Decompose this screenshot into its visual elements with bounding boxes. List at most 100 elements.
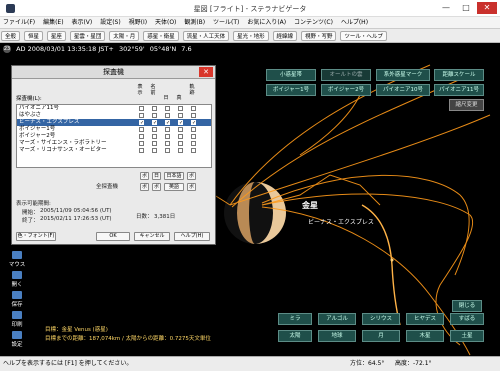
row-checkbox[interactable] <box>178 127 183 132</box>
toolbar-constellations[interactable]: 星座 <box>46 31 66 41</box>
spacecraft-list[interactable]: パイオニア11号 はやぶさ ビーナス・エクスプレス ✓ ✓ ✓ ✓ ✓ ボイジャー1号 ボイジャー… <box>16 104 212 168</box>
row-checkbox[interactable] <box>152 113 157 118</box>
row-checkbox[interactable] <box>165 148 170 153</box>
spacecraft-row[interactable]: ビーナス・エクスプレス ✓ ✓ ✓ ✓ ✓ <box>17 119 211 126</box>
jump-pleiades[interactable]: すばる <box>450 313 484 325</box>
row-checkbox[interactable] <box>178 148 183 153</box>
menu-observe[interactable]: 観測(B) <box>181 17 208 29</box>
spacecraft-row[interactable]: はやぶさ <box>17 112 211 119</box>
side-open[interactable]: 開く <box>4 271 30 288</box>
toolbar-nebulae[interactable]: 星雲・星団 <box>69 31 106 41</box>
menu-settings[interactable]: 設定(S) <box>97 17 124 29</box>
toggle-oort-cloud[interactable]: オールトの雲 <box>321 69 371 81</box>
toggle-distance-scale[interactable]: 距離スケール <box>434 69 484 81</box>
all-btn-1[interactable]: ボ <box>140 172 149 180</box>
menu-edit[interactable]: 編集(E) <box>40 17 66 29</box>
side-print[interactable]: 印刷 <box>4 311 30 328</box>
toolbar-tools-help[interactable]: ツール・ヘルプ <box>340 31 387 41</box>
row-checkbox[interactable] <box>191 134 196 139</box>
side-save[interactable]: 保存 <box>4 291 30 308</box>
row-checkbox[interactable] <box>191 113 196 118</box>
menu-favorites[interactable]: お気に入り(A) <box>244 17 289 29</box>
all-btn-5[interactable]: ボ <box>140 183 149 191</box>
spacecraft-row[interactable]: マーズ・リコナサンス・オービター <box>17 147 211 154</box>
jump-sun[interactable]: 太陽 <box>278 330 312 342</box>
row-checkbox[interactable]: ✓ <box>139 120 144 126</box>
jump-jupiter[interactable]: 木星 <box>406 330 444 342</box>
menu-fov[interactable]: 視野(I) <box>126 17 150 29</box>
row-checkbox[interactable] <box>178 134 183 139</box>
dialog-close-button[interactable]: ✕ <box>199 67 213 77</box>
row-checkbox[interactable] <box>139 148 144 153</box>
menu-file[interactable]: ファイル(F) <box>0 17 38 29</box>
row-checkbox[interactable] <box>165 127 170 132</box>
jump-hyades[interactable]: ヒヤデス <box>406 313 444 325</box>
row-checkbox[interactable] <box>152 106 157 111</box>
row-checkbox[interactable] <box>178 141 183 146</box>
minimize-button[interactable]: — <box>436 2 456 14</box>
toggle-asteroid-belt[interactable]: 小惑星帯 <box>266 69 316 81</box>
row-checkbox[interactable] <box>139 127 144 132</box>
toggle-exoplanet-mark[interactable]: 系外惑星マーク <box>376 69 430 81</box>
row-checkbox[interactable] <box>191 106 196 111</box>
jump-mira[interactable]: ミラ <box>278 313 312 325</box>
all-btn-4[interactable]: ボ <box>187 172 196 180</box>
row-checkbox[interactable] <box>139 106 144 111</box>
row-checkbox[interactable]: ✓ <box>152 120 157 126</box>
ok-button[interactable]: OK <box>96 232 130 241</box>
menu-object[interactable]: 天体(O) <box>152 17 179 29</box>
row-checkbox[interactable] <box>191 141 196 146</box>
row-checkbox[interactable] <box>178 113 183 118</box>
jump-algol[interactable]: アルゴル <box>318 313 356 325</box>
all-btn-japanese[interactable]: 日本語 <box>164 172 184 180</box>
toolbar-light-terrain[interactable]: 星光・地形 <box>233 31 269 41</box>
menu-view[interactable]: 表示(V) <box>68 17 95 29</box>
row-checkbox[interactable]: ✓ <box>165 120 170 126</box>
toggle-voyager-2[interactable]: ボイジャー2号 <box>321 84 371 96</box>
spacecraft-row[interactable]: マーズ・サイエンス・ラボラトリー <box>17 140 211 147</box>
row-checkbox[interactable] <box>191 127 196 132</box>
toolbar-stars[interactable]: 恒星 <box>23 31 43 41</box>
row-checkbox[interactable] <box>165 113 170 118</box>
row-checkbox[interactable] <box>152 127 157 132</box>
toolbar-planets[interactable]: 惑星・衛星 <box>143 31 179 41</box>
color-font-button[interactable]: 色・フォント(F) <box>16 232 56 241</box>
jump-sirius[interactable]: シリウス <box>362 313 400 325</box>
side-mouse[interactable]: マウス <box>4 251 30 268</box>
spacecraft-row[interactable]: パイオニア11号 <box>17 105 211 112</box>
row-checkbox[interactable]: ✓ <box>191 120 196 126</box>
side-settings[interactable]: 設定 <box>4 331 30 348</box>
row-checkbox[interactable] <box>165 106 170 111</box>
row-checkbox[interactable] <box>165 134 170 139</box>
jump-moon[interactable]: 月 <box>362 330 400 342</box>
menu-contents[interactable]: コンテンツ(C) <box>291 17 336 29</box>
jump-saturn[interactable]: 土星 <box>450 330 484 342</box>
toolbar-meteors[interactable]: 流星・人工天体 <box>182 31 230 41</box>
toolbar-fov[interactable]: 視野・写野 <box>300 31 337 41</box>
spacecraft-row[interactable]: ボイジャー2号 <box>17 133 211 140</box>
toggle-pioneer-11[interactable]: パイオニア11号 <box>434 84 484 96</box>
all-btn-2[interactable]: 日 <box>152 172 161 180</box>
row-checkbox[interactable] <box>178 106 183 111</box>
toggle-voyager-1[interactable]: ボイジャー1号 <box>266 84 316 96</box>
menu-tools[interactable]: ツール(T) <box>210 17 242 29</box>
toggle-pioneer-10[interactable]: パイオニア10号 <box>376 84 430 96</box>
row-checkbox[interactable] <box>139 134 144 139</box>
menu-help[interactable]: ヘルプ(H) <box>338 17 371 29</box>
row-checkbox[interactable]: ✓ <box>178 120 183 126</box>
row-checkbox[interactable] <box>139 141 144 146</box>
spacecraft-row[interactable]: ボイジャー1号 <box>17 126 211 133</box>
jump-earth[interactable]: 地球 <box>318 330 356 342</box>
all-btn-8[interactable]: ボ <box>187 183 196 191</box>
time-step-badge[interactable]: 23 <box>3 45 11 53</box>
close-button[interactable]: ✕ <box>477 2 497 14</box>
row-checkbox[interactable] <box>191 148 196 153</box>
cancel-button[interactable]: キャンセル <box>134 232 170 241</box>
row-checkbox[interactable] <box>152 141 157 146</box>
row-checkbox[interactable] <box>139 113 144 118</box>
maximize-button[interactable]: □ <box>456 2 476 14</box>
row-checkbox[interactable] <box>152 148 157 153</box>
scale-change-button[interactable]: 縮尺変更 <box>449 99 484 111</box>
toolbar-sun-moon[interactable]: 太陽・月 <box>109 31 140 41</box>
help-button[interactable]: ヘルプ(H) <box>174 232 210 241</box>
